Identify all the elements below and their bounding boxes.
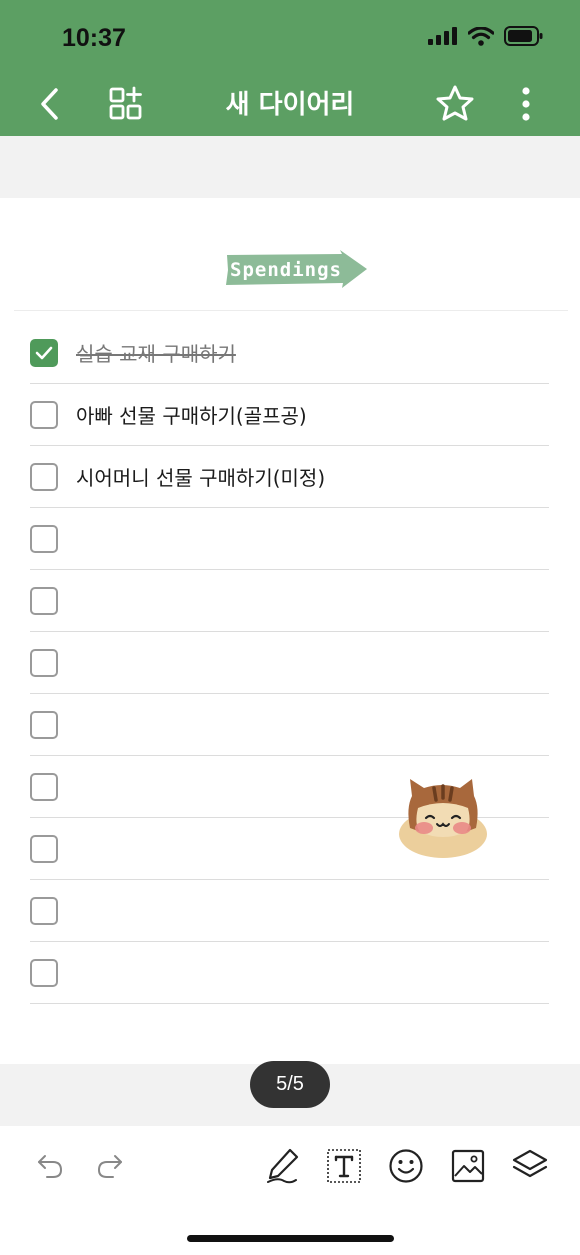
cat-face-icon <box>399 779 487 858</box>
checkbox[interactable] <box>30 648 58 677</box>
star-icon <box>436 85 474 121</box>
text-box-icon <box>327 1149 361 1183</box>
checklist-row <box>30 880 549 942</box>
checklist: 실습 교재 구매하기아빠 선물 구매하기(골프공) 시어머니 선물 구매하기(미정… <box>30 322 549 1004</box>
banner-label: Spendings <box>230 259 342 281</box>
checkbox[interactable] <box>30 710 58 739</box>
page-indicator[interactable]: 5/5 <box>250 1061 330 1108</box>
checkmark-icon <box>35 346 53 359</box>
smiley-icon <box>389 1149 423 1183</box>
checkbox[interactable] <box>30 586 58 615</box>
checkbox-checked[interactable] <box>30 338 58 367</box>
checkbox[interactable] <box>30 834 58 863</box>
spendings-banner: Spendings <box>224 250 370 294</box>
app-header: 10:37 새 다이어리 <box>0 0 580 136</box>
status-icons <box>428 26 544 46</box>
pen-button[interactable] <box>262 1146 302 1186</box>
divider <box>14 310 568 311</box>
image-button[interactable] <box>448 1146 488 1186</box>
checklist-row <box>30 694 549 756</box>
undo-button[interactable] <box>30 1146 70 1186</box>
checklist-row <box>30 508 549 570</box>
checklist-row <box>30 942 549 1004</box>
image-icon <box>451 1149 485 1183</box>
checkbox[interactable] <box>30 400 58 429</box>
checkbox[interactable] <box>30 524 58 553</box>
home-indicator <box>187 1235 394 1242</box>
layers-button[interactable] <box>510 1146 550 1186</box>
page-margin-top <box>0 136 580 198</box>
checklist-row: 아빠 선물 구매하기(골프공) <box>30 384 549 446</box>
checkbox[interactable] <box>30 958 58 987</box>
redo-icon <box>97 1155 122 1178</box>
status-time: 10:37 <box>62 24 126 52</box>
cat-sticker[interactable] <box>396 776 490 864</box>
checklist-row: 시어머니 선물 구매하기(미정) <box>30 446 549 508</box>
checkbox[interactable] <box>30 896 58 925</box>
diary-page[interactable]: Spendings 실습 교재 구매하기아빠 선물 구매하기(골프공) 시어머니 … <box>0 198 580 1064</box>
sticker-button[interactable] <box>386 1146 426 1186</box>
undo-icon <box>38 1155 63 1178</box>
text-button[interactable] <box>324 1146 364 1186</box>
checklist-row <box>30 570 549 632</box>
checkbox[interactable] <box>30 462 58 491</box>
more-button[interactable] <box>512 84 540 124</box>
checklist-item-label[interactable]: 시어머니 선물 구매하기(미정) <box>76 462 325 491</box>
checklist-row: 실습 교재 구매하기 <box>30 322 549 384</box>
pen-icon <box>267 1148 299 1184</box>
wifi-icon <box>468 26 494 46</box>
checklist-item-label[interactable]: 아빠 선물 구매하기(골프공) <box>76 400 307 429</box>
battery-icon <box>504 26 543 46</box>
checklist-row <box>30 632 549 694</box>
layers-icon <box>512 1149 548 1178</box>
redo-button[interactable] <box>90 1146 130 1186</box>
favorite-button[interactable] <box>434 82 476 124</box>
checkbox[interactable] <box>30 772 58 801</box>
signal-icon <box>428 27 457 45</box>
more-vertical-icon <box>522 87 530 121</box>
checklist-item-label[interactable]: 실습 교재 구매하기 <box>76 338 236 367</box>
page-title: 새 다이어리 <box>225 90 355 120</box>
